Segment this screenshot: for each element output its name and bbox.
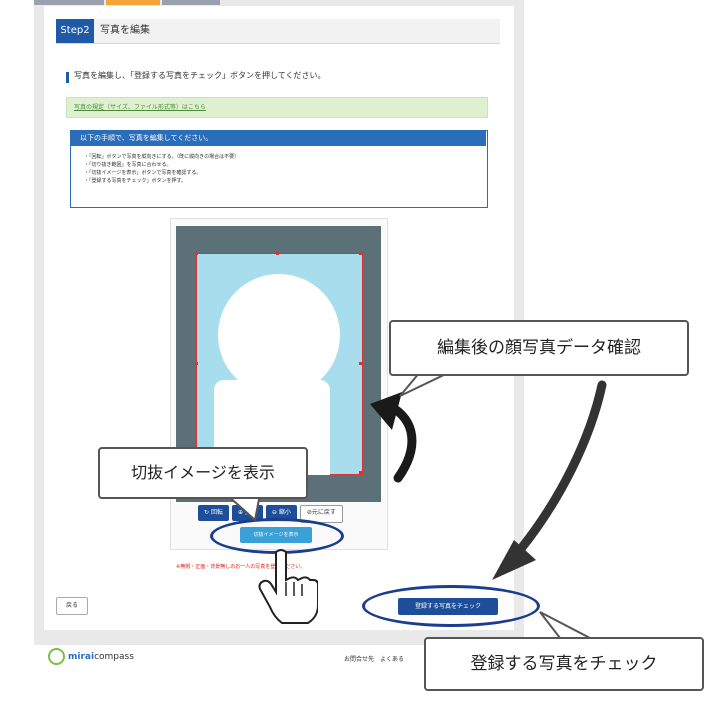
register-arrow-head [492,540,536,580]
callout-edit-confirm: 編集後の顔写真データ確認 [389,320,689,376]
callout-register: 登録する写真をチェック [424,637,704,691]
register-arrow [515,380,607,555]
callout-preview: 切抜イメージを表示 [98,447,308,499]
hand-pointer-icon [258,549,318,624]
callout-tail [539,611,591,639]
